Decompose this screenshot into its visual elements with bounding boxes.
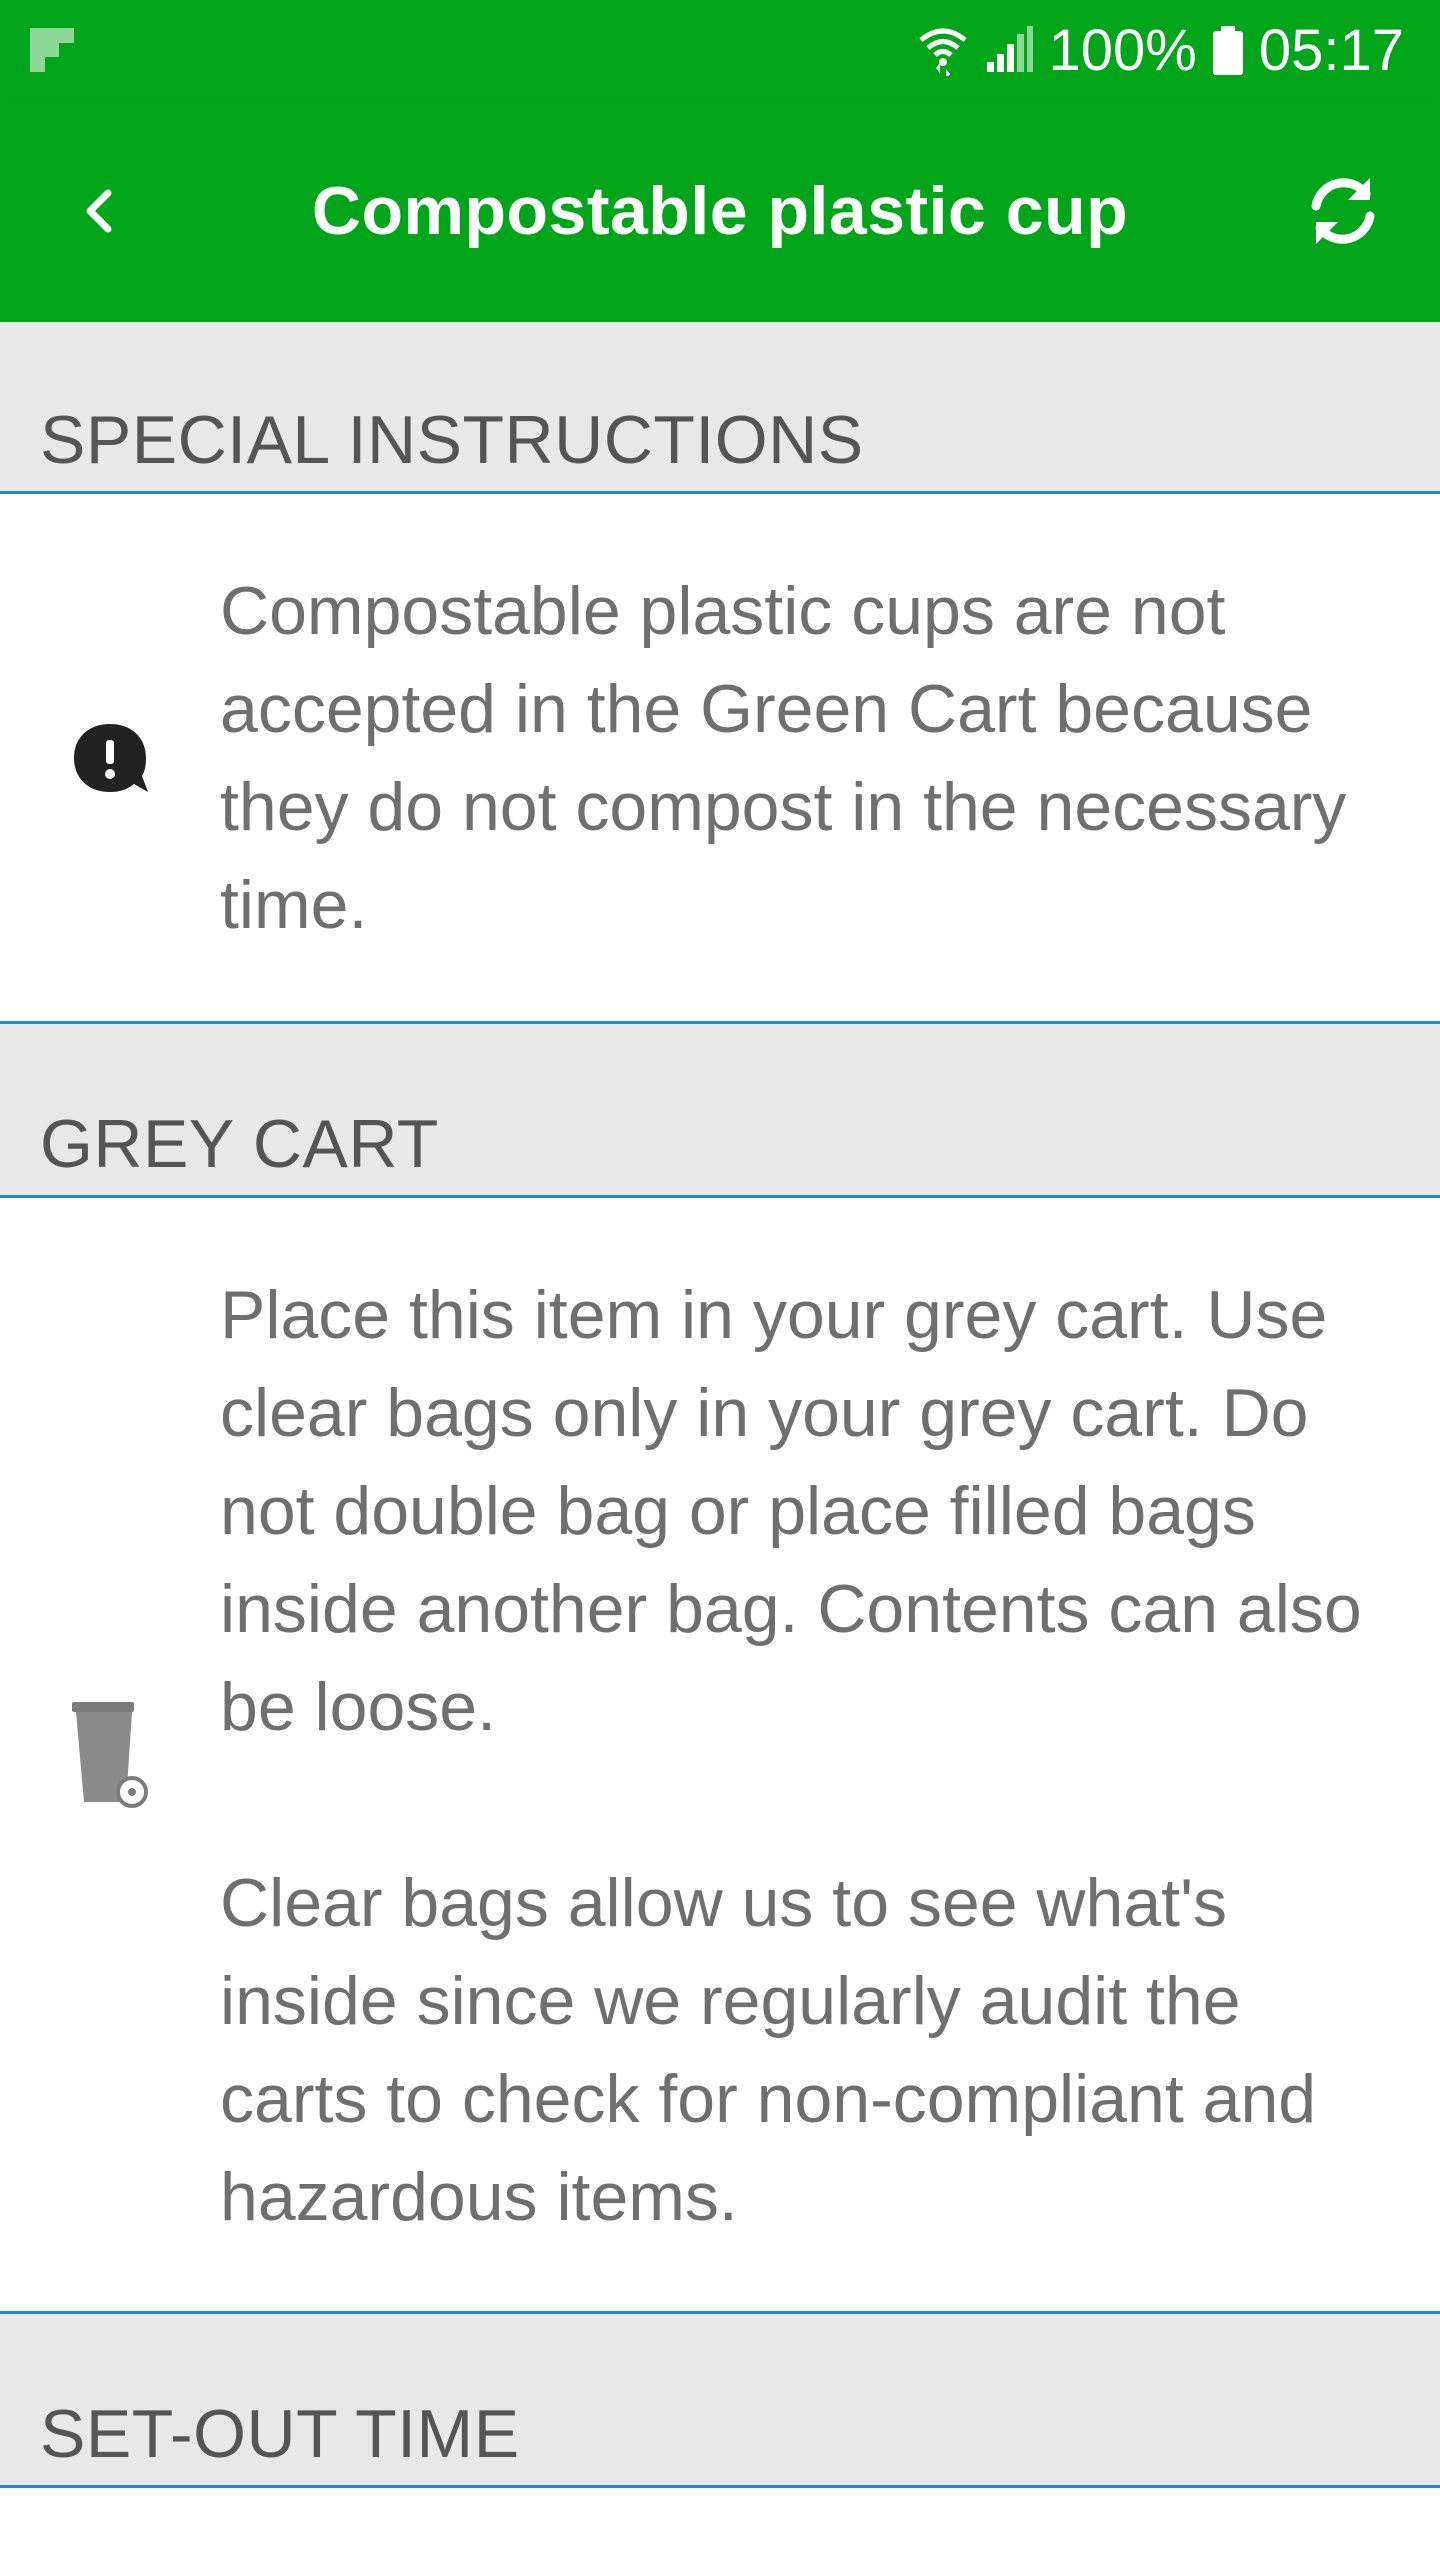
chevron-left-icon[interactable]: [60, 171, 140, 251]
grey-cart-paragraph-2: Clear bags allow us to see what's inside…: [220, 1865, 1317, 2235]
status-bar: 100% 05:17: [0, 0, 1440, 100]
app-toolbar: Compostable plastic cup: [0, 100, 1440, 322]
section-title: SPECIAL INSTRUCTIONS: [40, 402, 864, 478]
flipboard-f-icon: [30, 28, 74, 72]
section-title: GREY CART: [40, 1106, 439, 1182]
special-instructions-text: Compostable plastic cups are not accepte…: [220, 562, 1380, 954]
section-header-grey-cart: GREY CART: [0, 1024, 1440, 1198]
special-instructions-paragraph: Compostable plastic cups are not accepte…: [220, 573, 1347, 943]
status-right-group: 100% 05:17: [917, 12, 1404, 88]
page-title: Compostable plastic cup: [311, 173, 1129, 249]
wifi-icon: [918, 28, 967, 76]
battery-icon: [1212, 26, 1243, 75]
battery-percent: 100%: [1048, 17, 1197, 83]
section-header-special-instructions: SPECIAL INSTRUCTIONS: [0, 322, 1440, 494]
special-instructions-body: Compostable plastic cups are not accepte…: [0, 494, 1440, 1024]
alert-speech-bubble-icon: [74, 724, 148, 792]
section-header-set-out-time: SET-OUT TIME: [0, 2314, 1440, 2488]
signal-icon: [986, 26, 1033, 72]
section-title: SET-OUT TIME: [40, 2396, 520, 2472]
status-time: 05:17: [1258, 17, 1404, 83]
refresh-icon[interactable]: [1298, 166, 1388, 256]
grey-cart-paragraph-1: Place this item in your grey cart. Use c…: [220, 1277, 1362, 1745]
grey-cart-body: Place this item in your grey cart. Use c…: [0, 1198, 1440, 2314]
grey-cart-icon: [72, 1702, 148, 1808]
grey-cart-text: Place this item in your grey cart. Use c…: [220, 1266, 1380, 2246]
